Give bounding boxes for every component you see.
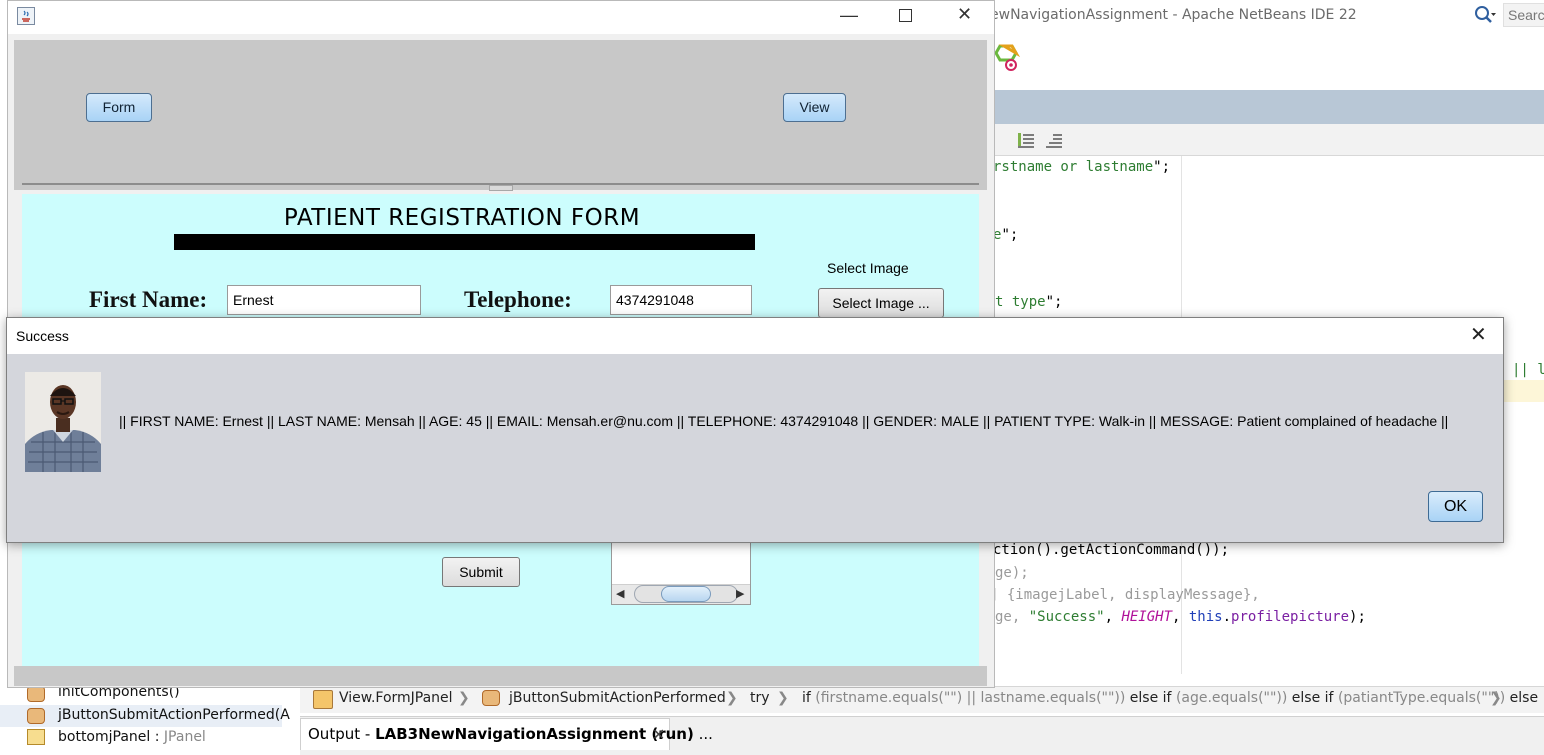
breadcrumb-condition: (patiantType.equals("")) — [1337, 690, 1506, 706]
dialog-message: || FIRST NAME: Ernest || LAST NAME: Mens… — [119, 413, 1449, 429]
scroll-right-icon[interactable]: ▶ — [736, 587, 744, 600]
code-line: ] {imagejLabel, displayMessage}, — [990, 587, 1260, 603]
bottom-panel — [14, 666, 987, 686]
comment-lines-icon[interactable] — [1017, 131, 1035, 149]
breadcrumb-separator-icon: ❯ — [777, 690, 789, 706]
java-icon — [17, 7, 35, 25]
code-line: rstname or lastname"; — [993, 159, 1170, 175]
navigator-item-bottom-panel[interactable]: bottomjPanel : JPanel — [58, 729, 206, 745]
breadcrumb-condition: (age.equals("")) — [1175, 690, 1288, 706]
breadcrumb-class[interactable]: View.FormJPanel — [339, 690, 453, 706]
split-handle[interactable] — [489, 185, 513, 191]
breadcrumb-keyword: else — [1509, 690, 1539, 706]
breadcrumb-keyword: else if — [1291, 690, 1334, 706]
first-name-label: First Name: — [89, 287, 208, 312]
submit-button[interactable]: Submit — [442, 557, 520, 587]
minimize-icon[interactable]: — — [840, 5, 858, 26]
dialog-titlebar — [7, 318, 1503, 354]
breadcrumb-more-icon[interactable]: ❯ — [1490, 690, 1502, 706]
ok-button[interactable]: OK — [1428, 491, 1483, 522]
field-icon — [27, 729, 45, 745]
code-text: ); — [1349, 609, 1366, 625]
breadcrumb-separator-icon: ❯ — [726, 690, 738, 706]
close-icon[interactable]: ✕ — [957, 4, 972, 25]
output-tab-prefix: Output - — [308, 725, 376, 743]
profiler-icon[interactable] — [994, 44, 1021, 74]
close-icon[interactable]: ✕ — [1470, 322, 1487, 347]
select-image-label: Select Image — [827, 260, 909, 276]
page-title: PATIENT REGISTRATION FORM — [283, 205, 641, 231]
search-icon[interactable] — [1474, 5, 1496, 25]
code-string: t type — [995, 294, 1046, 310]
method-icon — [27, 708, 45, 724]
code-constant: HEIGHT — [1121, 609, 1173, 625]
ide-toolbar — [995, 32, 1544, 90]
breadcrumb-keyword: else if — [1129, 690, 1172, 706]
code-text: "; — [1153, 159, 1171, 175]
code-line: ction().getActionCommand()); — [993, 542, 1230, 558]
code-text: "; — [1001, 227, 1019, 243]
code-text: . — [1222, 609, 1232, 625]
code-line: ge); — [995, 565, 1029, 581]
ide-editor-toolbar — [995, 124, 1544, 156]
close-icon[interactable]: ✕ — [652, 725, 665, 745]
code-text: "; — [1045, 294, 1063, 310]
method-icon — [27, 686, 45, 702]
uncomment-lines-icon[interactable] — [1045, 131, 1063, 149]
code-line: ge, "Success", HEIGHT, this.profilepictu… — [995, 609, 1366, 625]
breadcrumb-keyword: if — [802, 690, 811, 706]
first-name-field[interactable]: Ernest — [227, 285, 421, 315]
navigator-item-name: bottomjPanel : — [58, 729, 164, 745]
breadcrumb-conditions[interactable]: if (firstname.equals("") || lastname.equ… — [802, 690, 1538, 706]
breadcrumb-condition: (firstname.equals("") || lastname.equals… — [815, 690, 1126, 706]
method-icon — [482, 690, 500, 706]
class-icon — [313, 690, 333, 709]
navigator-item-submit-action[interactable]: jButtonSubmitActionPerformed(A — [58, 707, 290, 723]
ide-editor-tabbar — [995, 90, 1544, 124]
form-button[interactable]: Form — [86, 93, 152, 122]
code-line: t type"; — [995, 294, 1062, 310]
profile-picture — [25, 372, 101, 472]
output-tab-project: LAB3NewNavigationAssignment (run) — [375, 725, 694, 743]
dialog-title: Success — [16, 328, 69, 344]
code-keyword: this — [1188, 609, 1223, 625]
select-image-button[interactable]: Select Image ... — [818, 288, 944, 318]
code-line: || l — [1512, 362, 1544, 378]
breadcrumb-method[interactable]: jButtonSubmitActionPerformed — [509, 690, 726, 706]
ide-search-input[interactable]: Searc — [1503, 3, 1544, 27]
telephone-label: Telephone: — [464, 287, 572, 312]
code-string: "Success" — [1028, 609, 1105, 625]
code-field: profilepicture — [1231, 609, 1350, 625]
navigator-item-type: JPanel — [163, 729, 206, 745]
code-line: e"; — [993, 227, 1018, 243]
ide-window-title: ewNavigationAssignment - Apache NetBeans… — [990, 7, 1357, 23]
code-string: rstname or lastname — [993, 159, 1154, 175]
view-button[interactable]: View — [783, 93, 846, 122]
scrollbar-thumb[interactable] — [661, 586, 711, 602]
title-underline-bar — [174, 234, 755, 250]
output-tab-ellipsis: ... — [693, 725, 713, 743]
telephone-field[interactable]: 4374291048 — [610, 285, 752, 315]
breadcrumb-try[interactable]: try — [750, 690, 770, 706]
code-text: ge, — [995, 609, 1029, 625]
code-text: , — [1104, 609, 1122, 625]
breadcrumb-separator-icon: ❯ — [458, 690, 470, 706]
scroll-left-icon[interactable]: ◀ — [616, 587, 624, 600]
maximize-icon[interactable] — [899, 9, 912, 22]
code-text: , — [1172, 609, 1189, 625]
